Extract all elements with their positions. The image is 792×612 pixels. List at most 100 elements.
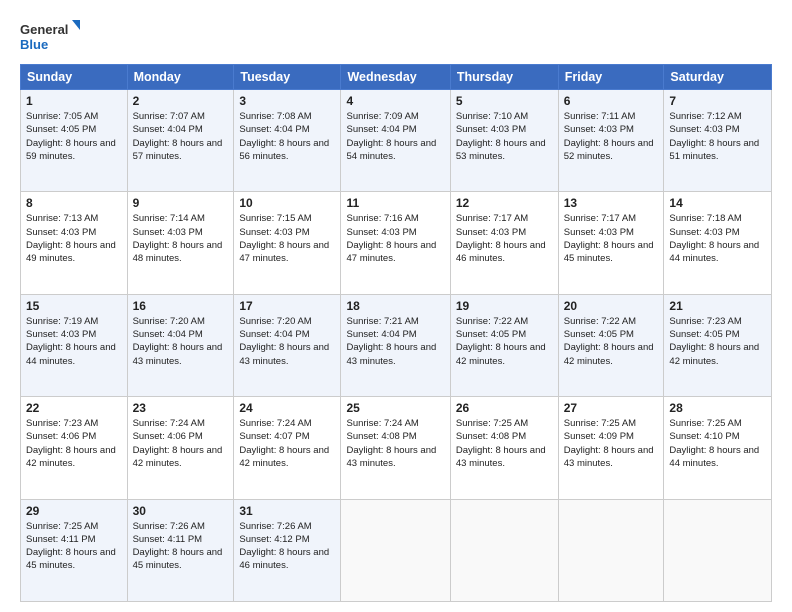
logo: General Blue	[20, 18, 80, 54]
calendar-cell: 6 Sunrise: 7:11 AMSunset: 4:03 PMDayligh…	[558, 90, 664, 192]
calendar-cell	[664, 499, 772, 601]
day-number: 29	[26, 504, 122, 518]
day-detail: Sunrise: 7:20 AMSunset: 4:04 PMDaylight:…	[239, 315, 335, 368]
calendar-cell: 13 Sunrise: 7:17 AMSunset: 4:03 PMDaylig…	[558, 192, 664, 294]
calendar-cell: 29 Sunrise: 7:25 AMSunset: 4:11 PMDaylig…	[21, 499, 128, 601]
day-number: 22	[26, 401, 122, 415]
day-detail: Sunrise: 7:22 AMSunset: 4:05 PMDaylight:…	[564, 315, 659, 368]
day-detail: Sunrise: 7:07 AMSunset: 4:04 PMDaylight:…	[133, 110, 229, 163]
weekday-header-thursday: Thursday	[450, 65, 558, 90]
day-number: 5	[456, 94, 553, 108]
day-number: 1	[26, 94, 122, 108]
day-detail: Sunrise: 7:24 AMSunset: 4:08 PMDaylight:…	[346, 417, 444, 470]
calendar-cell: 31 Sunrise: 7:26 AMSunset: 4:12 PMDaylig…	[234, 499, 341, 601]
day-detail: Sunrise: 7:21 AMSunset: 4:04 PMDaylight:…	[346, 315, 444, 368]
day-detail: Sunrise: 7:10 AMSunset: 4:03 PMDaylight:…	[456, 110, 553, 163]
day-detail: Sunrise: 7:26 AMSunset: 4:11 PMDaylight:…	[133, 520, 229, 573]
calendar-cell: 23 Sunrise: 7:24 AMSunset: 4:06 PMDaylig…	[127, 397, 234, 499]
calendar-cell: 15 Sunrise: 7:19 AMSunset: 4:03 PMDaylig…	[21, 294, 128, 396]
calendar-cell: 28 Sunrise: 7:25 AMSunset: 4:10 PMDaylig…	[664, 397, 772, 499]
calendar-table: SundayMondayTuesdayWednesdayThursdayFrid…	[20, 64, 772, 602]
calendar-cell: 1 Sunrise: 7:05 AMSunset: 4:05 PMDayligh…	[21, 90, 128, 192]
calendar-cell: 22 Sunrise: 7:23 AMSunset: 4:06 PMDaylig…	[21, 397, 128, 499]
day-detail: Sunrise: 7:12 AMSunset: 4:03 PMDaylight:…	[669, 110, 766, 163]
day-number: 24	[239, 401, 335, 415]
day-number: 17	[239, 299, 335, 313]
calendar-cell: 19 Sunrise: 7:22 AMSunset: 4:05 PMDaylig…	[450, 294, 558, 396]
calendar-cell: 20 Sunrise: 7:22 AMSunset: 4:05 PMDaylig…	[558, 294, 664, 396]
calendar-cell: 25 Sunrise: 7:24 AMSunset: 4:08 PMDaylig…	[341, 397, 450, 499]
calendar-cell: 30 Sunrise: 7:26 AMSunset: 4:11 PMDaylig…	[127, 499, 234, 601]
day-detail: Sunrise: 7:14 AMSunset: 4:03 PMDaylight:…	[133, 212, 229, 265]
calendar-cell: 27 Sunrise: 7:25 AMSunset: 4:09 PMDaylig…	[558, 397, 664, 499]
day-number: 6	[564, 94, 659, 108]
day-number: 27	[564, 401, 659, 415]
day-detail: Sunrise: 7:24 AMSunset: 4:06 PMDaylight:…	[133, 417, 229, 470]
day-number: 28	[669, 401, 766, 415]
calendar-cell: 24 Sunrise: 7:24 AMSunset: 4:07 PMDaylig…	[234, 397, 341, 499]
day-number: 25	[346, 401, 444, 415]
day-detail: Sunrise: 7:13 AMSunset: 4:03 PMDaylight:…	[26, 212, 122, 265]
day-number: 13	[564, 196, 659, 210]
day-detail: Sunrise: 7:09 AMSunset: 4:04 PMDaylight:…	[346, 110, 444, 163]
calendar-cell: 14 Sunrise: 7:18 AMSunset: 4:03 PMDaylig…	[664, 192, 772, 294]
day-detail: Sunrise: 7:15 AMSunset: 4:03 PMDaylight:…	[239, 212, 335, 265]
day-detail: Sunrise: 7:16 AMSunset: 4:03 PMDaylight:…	[346, 212, 444, 265]
calendar-cell: 21 Sunrise: 7:23 AMSunset: 4:05 PMDaylig…	[664, 294, 772, 396]
calendar-cell: 17 Sunrise: 7:20 AMSunset: 4:04 PMDaylig…	[234, 294, 341, 396]
calendar-cell: 12 Sunrise: 7:17 AMSunset: 4:03 PMDaylig…	[450, 192, 558, 294]
day-detail: Sunrise: 7:17 AMSunset: 4:03 PMDaylight:…	[564, 212, 659, 265]
day-detail: Sunrise: 7:08 AMSunset: 4:04 PMDaylight:…	[239, 110, 335, 163]
day-number: 3	[239, 94, 335, 108]
day-number: 26	[456, 401, 553, 415]
day-detail: Sunrise: 7:20 AMSunset: 4:04 PMDaylight:…	[133, 315, 229, 368]
calendar-cell: 8 Sunrise: 7:13 AMSunset: 4:03 PMDayligh…	[21, 192, 128, 294]
day-number: 30	[133, 504, 229, 518]
calendar-cell: 9 Sunrise: 7:14 AMSunset: 4:03 PMDayligh…	[127, 192, 234, 294]
calendar-cell: 18 Sunrise: 7:21 AMSunset: 4:04 PMDaylig…	[341, 294, 450, 396]
day-number: 14	[669, 196, 766, 210]
calendar-cell: 26 Sunrise: 7:25 AMSunset: 4:08 PMDaylig…	[450, 397, 558, 499]
logo-icon: General Blue	[20, 18, 80, 54]
weekday-header-tuesday: Tuesday	[234, 65, 341, 90]
svg-text:Blue: Blue	[20, 37, 48, 52]
day-detail: Sunrise: 7:22 AMSunset: 4:05 PMDaylight:…	[456, 315, 553, 368]
day-detail: Sunrise: 7:23 AMSunset: 4:06 PMDaylight:…	[26, 417, 122, 470]
day-detail: Sunrise: 7:26 AMSunset: 4:12 PMDaylight:…	[239, 520, 335, 573]
day-number: 23	[133, 401, 229, 415]
weekday-header-saturday: Saturday	[664, 65, 772, 90]
calendar-cell: 16 Sunrise: 7:20 AMSunset: 4:04 PMDaylig…	[127, 294, 234, 396]
svg-text:General: General	[20, 22, 68, 37]
day-number: 12	[456, 196, 553, 210]
calendar-cell: 7 Sunrise: 7:12 AMSunset: 4:03 PMDayligh…	[664, 90, 772, 192]
day-number: 8	[26, 196, 122, 210]
day-detail: Sunrise: 7:24 AMSunset: 4:07 PMDaylight:…	[239, 417, 335, 470]
calendar-cell: 5 Sunrise: 7:10 AMSunset: 4:03 PMDayligh…	[450, 90, 558, 192]
day-number: 4	[346, 94, 444, 108]
day-detail: Sunrise: 7:05 AMSunset: 4:05 PMDaylight:…	[26, 110, 122, 163]
day-detail: Sunrise: 7:19 AMSunset: 4:03 PMDaylight:…	[26, 315, 122, 368]
day-number: 18	[346, 299, 444, 313]
day-number: 7	[669, 94, 766, 108]
day-number: 11	[346, 196, 444, 210]
weekday-header-wednesday: Wednesday	[341, 65, 450, 90]
day-number: 15	[26, 299, 122, 313]
weekday-header-friday: Friday	[558, 65, 664, 90]
calendar-cell: 4 Sunrise: 7:09 AMSunset: 4:04 PMDayligh…	[341, 90, 450, 192]
calendar-cell: 3 Sunrise: 7:08 AMSunset: 4:04 PMDayligh…	[234, 90, 341, 192]
day-number: 31	[239, 504, 335, 518]
day-number: 19	[456, 299, 553, 313]
day-detail: Sunrise: 7:25 AMSunset: 4:11 PMDaylight:…	[26, 520, 122, 573]
calendar-cell: 11 Sunrise: 7:16 AMSunset: 4:03 PMDaylig…	[341, 192, 450, 294]
calendar-cell	[558, 499, 664, 601]
day-number: 21	[669, 299, 766, 313]
day-detail: Sunrise: 7:18 AMSunset: 4:03 PMDaylight:…	[669, 212, 766, 265]
day-number: 9	[133, 196, 229, 210]
day-detail: Sunrise: 7:17 AMSunset: 4:03 PMDaylight:…	[456, 212, 553, 265]
day-detail: Sunrise: 7:25 AMSunset: 4:10 PMDaylight:…	[669, 417, 766, 470]
calendar-cell: 2 Sunrise: 7:07 AMSunset: 4:04 PMDayligh…	[127, 90, 234, 192]
day-number: 16	[133, 299, 229, 313]
weekday-header-monday: Monday	[127, 65, 234, 90]
calendar-cell	[450, 499, 558, 601]
weekday-header-sunday: Sunday	[21, 65, 128, 90]
